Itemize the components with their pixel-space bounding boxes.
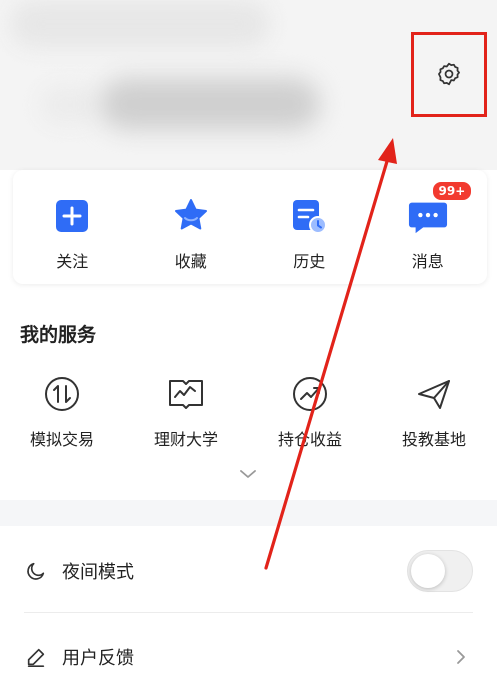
quick-follow-label: 关注	[56, 252, 89, 271]
quick-history-label: 历史	[293, 252, 326, 271]
message-icon	[408, 196, 448, 236]
quick-messages-label: 消息	[411, 252, 444, 271]
night-mode-row: 夜间模式	[24, 543, 473, 599]
night-mode-toggle[interactable]	[407, 550, 473, 592]
trend-icon	[290, 374, 330, 414]
service-holding-returns[interactable]: 持仓收益	[248, 374, 372, 450]
section-divider	[0, 500, 497, 526]
quick-favorites[interactable]: 收藏	[132, 170, 251, 284]
blurred-username	[10, 0, 270, 48]
blurred-account-info	[100, 78, 320, 130]
quick-actions-card: 关注 收藏 历史 99+ 消息	[13, 170, 487, 284]
service-label: 持仓收益	[277, 430, 342, 449]
moon-icon	[24, 559, 48, 583]
quick-messages[interactable]: 99+ 消息	[369, 170, 488, 284]
expand-services-button[interactable]	[238, 466, 258, 480]
services-title: 我的服务	[20, 324, 97, 346]
quick-favorites-label: 收藏	[174, 252, 207, 271]
chevron-down-icon	[240, 470, 256, 478]
service-investor-education[interactable]: 投教基地	[372, 374, 496, 450]
history-icon	[289, 196, 329, 236]
toggle-knob	[411, 554, 445, 588]
quick-history[interactable]: 历史	[250, 170, 369, 284]
star-icon	[171, 196, 211, 236]
feedback-label: 用户反馈	[62, 648, 134, 669]
service-label: 模拟交易	[29, 430, 94, 449]
service-simulated-trading[interactable]: 模拟交易	[0, 374, 124, 450]
service-finance-university[interactable]: 理财大学	[124, 374, 248, 450]
book-chart-icon	[166, 374, 206, 414]
service-label: 理财大学	[153, 430, 218, 449]
blurred-avatar	[40, 85, 100, 125]
trade-icon	[42, 374, 82, 414]
row-divider	[24, 612, 473, 613]
pen-icon	[24, 645, 48, 669]
paper-plane-icon	[414, 374, 454, 414]
service-label: 投教基地	[401, 430, 466, 449]
services-grid: 模拟交易 理财大学 持仓收益 投教基地	[0, 374, 497, 450]
chevron-right-icon	[449, 645, 473, 669]
night-mode-label: 夜间模式	[62, 562, 134, 583]
quick-follow[interactable]: 关注	[13, 170, 132, 284]
message-count-badge: 99+	[430, 180, 474, 202]
highlight-box	[411, 32, 487, 117]
feedback-row[interactable]: 用户反馈	[24, 629, 473, 682]
plus-square-icon	[52, 196, 92, 236]
